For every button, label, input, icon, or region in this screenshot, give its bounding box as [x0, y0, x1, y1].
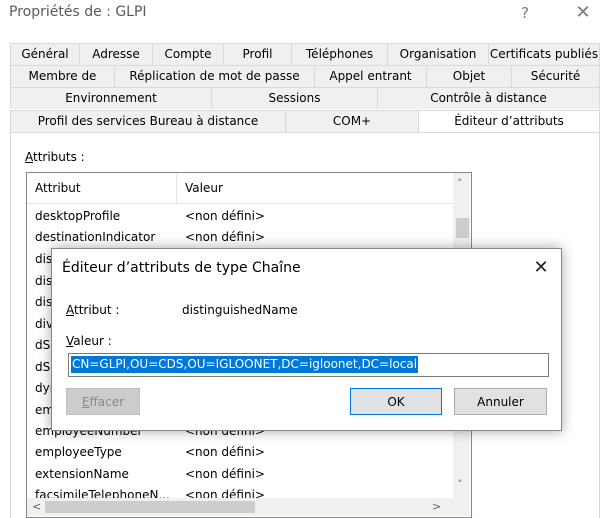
- ok-button[interactable]: OK: [350, 388, 442, 415]
- tab-row-1: Général Adresse Compte Profil Téléphones…: [10, 43, 600, 65]
- window-title: Propriétés de : GLPI: [9, 4, 147, 20]
- tab-sessions[interactable]: Sessions: [211, 87, 377, 109]
- vertical-scroll-thumb[interactable]: [456, 218, 469, 238]
- tab-replication[interactable]: Réplication de mot de passe: [114, 65, 314, 87]
- help-button[interactable]: ?: [505, 0, 545, 26]
- column-header-attribute[interactable]: Attribut: [35, 181, 81, 195]
- list-item[interactable]: extensionName <non défini>: [27, 463, 453, 484]
- value-input-selected-text[interactable]: CN=GLPI,OU=CDS,OU=IGLOONET,DC=igloonet,D…: [71, 356, 419, 373]
- tab-general[interactable]: Général: [10, 43, 79, 65]
- tab-compte[interactable]: Compte: [152, 43, 223, 65]
- tab-row-3: Environnement Sessions Contrôle à distan…: [10, 87, 600, 109]
- string-attribute-editor-dialog: Éditeur d’attributs de type Chaîne ✕ Att…: [51, 248, 562, 431]
- dialog-close-icon[interactable]: ✕: [526, 255, 556, 281]
- cancel-button[interactable]: Annuler: [454, 388, 547, 415]
- close-icon[interactable]: ✕: [563, 0, 603, 26]
- column-separator[interactable]: [176, 173, 177, 203]
- list-item[interactable]: desktopProfile <non défini>: [27, 205, 453, 226]
- list-header: Attribut Valeur: [27, 173, 453, 204]
- value-label: Valeur :: [66, 334, 112, 348]
- window-titlebar: Propriétés de : GLPI ? ✕: [0, 0, 610, 26]
- tab-certificats-publies[interactable]: Certificats publiés: [488, 43, 600, 65]
- tab-securite[interactable]: Sécurité: [511, 65, 600, 87]
- tab-organisation[interactable]: Organisation: [387, 43, 488, 65]
- tab-controle-distance[interactable]: Contrôle à distance: [377, 87, 600, 109]
- list-item[interactable]: destinationIndicator <non défini>: [27, 226, 453, 247]
- attribute-name-value: distinguishedName: [182, 303, 298, 317]
- tab-editeur-attributs[interactable]: Éditeur d’attributs: [418, 110, 600, 133]
- dialog-title: Éditeur d’attributs de type Chaîne: [62, 260, 301, 276]
- attribute-name-label: Attribut :: [66, 303, 120, 317]
- tab-adresse[interactable]: Adresse: [79, 43, 152, 65]
- tab-profil[interactable]: Profil: [223, 43, 291, 65]
- scroll-down-icon[interactable]: ˅: [457, 478, 463, 491]
- tab-membre-de[interactable]: Membre de: [10, 65, 114, 87]
- horizontal-scroll-thumb[interactable]: [45, 501, 255, 513]
- column-header-value[interactable]: Valeur: [185, 181, 223, 195]
- horizontal-scrollbar[interactable]: < >: [27, 498, 470, 516]
- value-input[interactable]: CN=GLPI,OU=CDS,OU=IGLOONET,DC=igloonet,D…: [68, 353, 549, 377]
- scroll-right-icon[interactable]: >: [432, 500, 441, 513]
- list-item[interactable]: employeeType <non défini>: [27, 441, 453, 462]
- tab-profil-bureau-distance[interactable]: Profil des services Bureau à distance: [10, 110, 285, 132]
- tab-objet[interactable]: Objet: [426, 65, 511, 87]
- tab-com-plus[interactable]: COM+: [285, 110, 418, 132]
- attributes-label: Attributs :: [25, 150, 85, 164]
- tab-telephones[interactable]: Téléphones: [291, 43, 387, 65]
- scroll-up-icon[interactable]: ˄: [457, 177, 463, 190]
- tab-appel-entrant[interactable]: Appel entrant: [314, 65, 426, 87]
- tab-row-2: Membre de Réplication de mot de passe Ap…: [10, 65, 600, 87]
- clear-button[interactable]: Effacer: [66, 388, 140, 415]
- tab-row-4: Profil des services Bureau à distance CO…: [10, 110, 600, 133]
- tab-environnement[interactable]: Environnement: [10, 87, 211, 109]
- scroll-left-icon[interactable]: <: [32, 500, 41, 513]
